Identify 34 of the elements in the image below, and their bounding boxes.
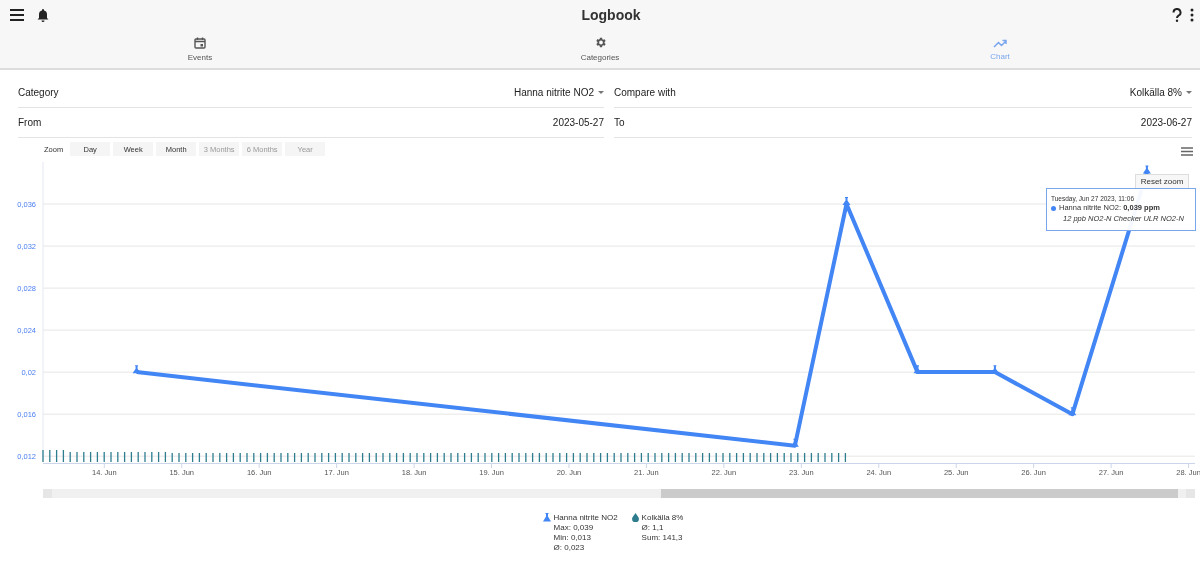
legend-stat: Sum: 141,3 — [641, 533, 684, 543]
legend-item[interactable]: Kolkälla 8% Ø: 1,1 Sum: 141,3 — [631, 513, 684, 553]
tab[interactable]: Events — [0, 30, 400, 68]
legend-item[interactable]: Hanna nitrite NO2 Max: 0,039 Min: 0,013 Ø: 0,023 — [542, 513, 618, 553]
caret-icon — [598, 91, 604, 94]
legend-stat: Min: 0,013 — [553, 533, 592, 543]
legend-stat: Max: 0,039 — [553, 523, 595, 533]
tab[interactable]: Categories — [400, 30, 800, 68]
flask-marker-icon — [790, 438, 799, 447]
menu-icon[interactable] — [10, 9, 24, 21]
date-field[interactable]: To 2023-06-27 — [614, 108, 1192, 138]
flask-marker-icon — [913, 365, 922, 374]
legend-name: Hanna nitrite NO2 — [553, 513, 618, 523]
calendar-icon — [194, 36, 206, 49]
dropdown-field[interactable]: Compare with Kolkälla 8% — [614, 78, 1192, 108]
chart-menu-icon[interactable] — [1181, 147, 1193, 156]
legend-stat: Ø: 1,1 — [641, 523, 665, 533]
bell-icon[interactable] — [36, 8, 50, 22]
flask-marker-icon — [842, 197, 851, 206]
dropdown-field[interactable]: Category Hanna nitrite NO2 — [18, 78, 604, 108]
dot-icon — [1051, 206, 1056, 212]
flask-marker-icon — [990, 365, 999, 374]
flask-marker-icon — [1142, 165, 1151, 174]
scrollbar[interactable] — [43, 489, 1195, 498]
legend-name: Kolkälla 8% — [641, 513, 684, 523]
app-title: Logbook — [580, 7, 642, 23]
more-icon[interactable] — [1190, 8, 1194, 22]
legend-stat: Ø: 0,023 — [553, 543, 586, 553]
flask-marker-icon — [1068, 407, 1077, 416]
date-field[interactable]: From 2023-05-27 — [18, 108, 604, 138]
trend-icon — [993, 37, 1007, 48]
caret-icon — [1186, 91, 1192, 94]
flask-marker-icon — [132, 365, 141, 374]
help-icon[interactable] — [1172, 8, 1182, 22]
